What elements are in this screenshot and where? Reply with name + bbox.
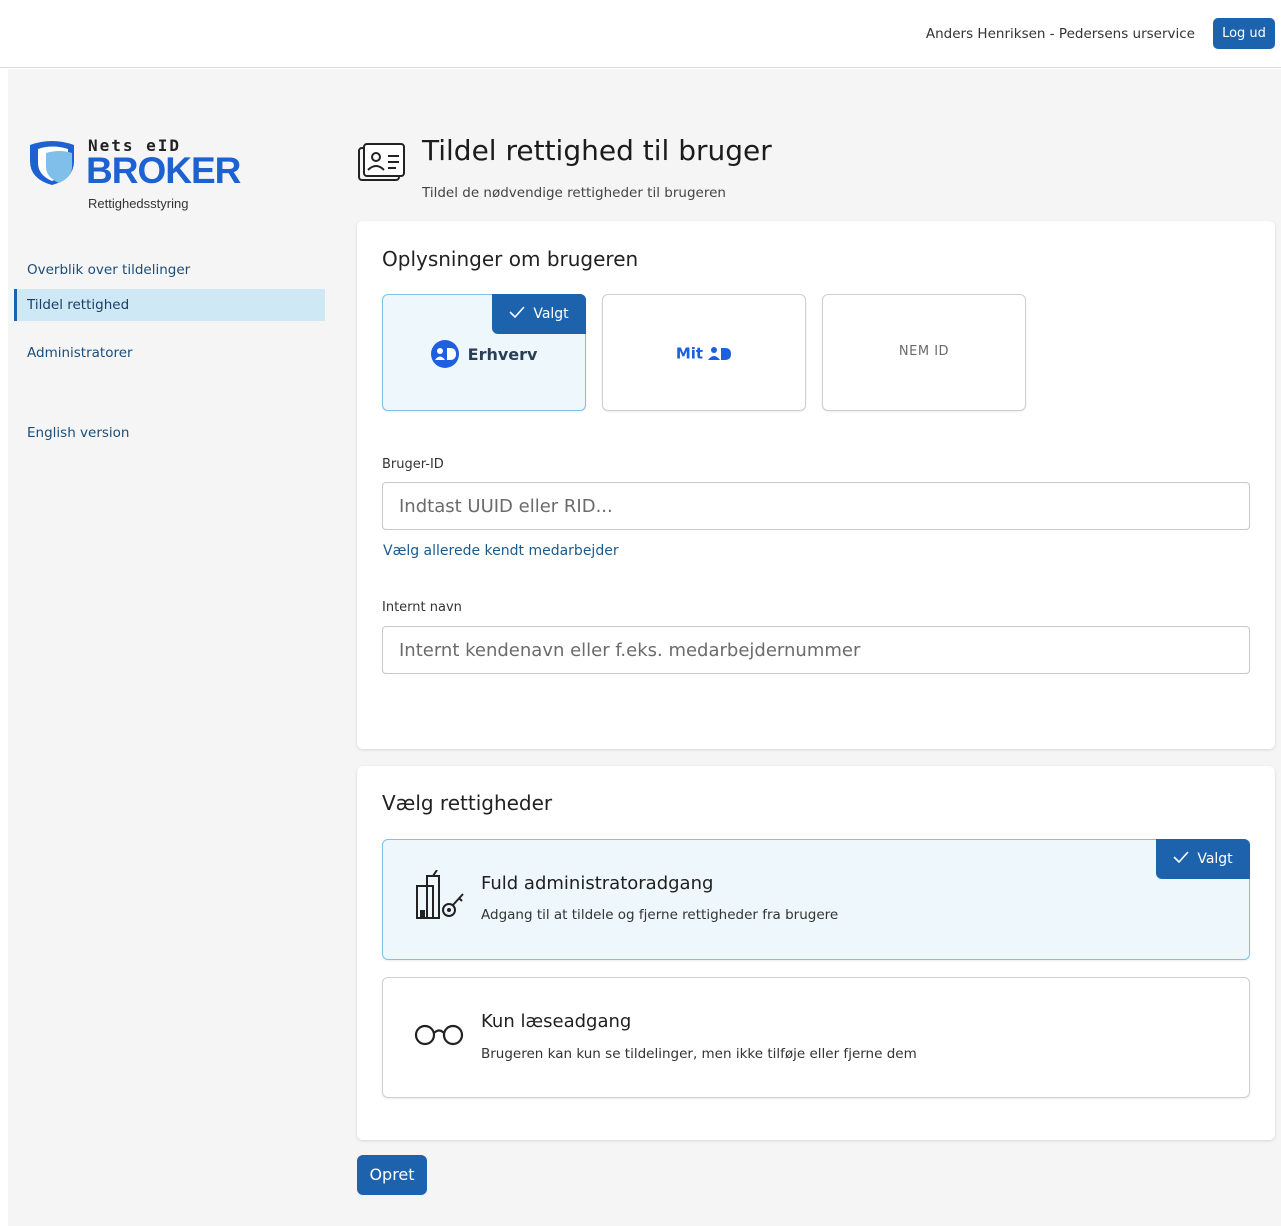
id-card-icon [358,143,405,181]
current-user: Anders Henriksen - Pedersens urservice [925,26,1195,42]
shield-logo-icon [30,141,74,185]
permission-read-only[interactable]: Kun læseadgang Brugeren kan kun se tilde… [382,977,1250,1098]
sidebar-item-english-version[interactable]: English version [14,417,325,449]
mitid-erhverv-icon [430,340,459,368]
mitid-erhverv-logo: Erhverv [383,340,585,368]
permission-full-admin-title: Fuld administratoradgang [481,873,714,894]
mitid-logo: Mit [603,343,805,363]
glasses-icon [414,1024,464,1046]
sidebar-item-overview[interactable]: Overblik over tildelinger [14,254,325,286]
page-subtitle: Tildel de nødvendige rettigheder til bru… [422,185,726,201]
check-icon [1173,839,1189,879]
user-id-input[interactable] [382,482,1250,530]
logout-button[interactable]: Log ud [1213,18,1275,49]
mitid-label: Mit [675,344,704,363]
permissions-card: Vælg rettigheder Valgt Fuld administrato… [357,766,1275,1140]
user-info-card: Oplysninger om brugeren Valgt Erhverv Mi… [357,221,1275,749]
user-id-label: Bruger-ID [382,457,444,472]
check-icon [509,294,525,334]
user-info-title: Oplysninger om brugeren [382,247,639,271]
selected-badge-label: Valgt [1197,851,1233,867]
selected-badge: Valgt [1156,839,1250,879]
sidebar-item-administrators[interactable]: Administratorer [14,337,325,369]
nets-eid-broker-logo: Nets eID BROKER Rettighedsstyring [26,136,256,216]
top-bar: Anders Henriksen - Pedersens urservice L… [0,0,1281,68]
known-employee-link[interactable]: Vælg allerede kendt medarbejder [383,543,619,559]
page-title: Tildel rettighed til bruger [422,134,772,167]
mitid-erhverv-label: Erhverv [467,344,538,364]
internal-name-label: Internt navn [382,600,462,615]
permissions-title: Vælg rettigheder [382,791,553,815]
logo-broker-text: BROKER [86,150,241,191]
logo-subtitle: Rettighedsstyring [88,196,189,211]
permission-read-only-description: Brugeren kan kun se tildelinger, men ikk… [481,1046,917,1062]
selected-badge: Valgt [492,294,586,334]
internal-name-input[interactable] [382,626,1250,674]
selected-badge-label: Valgt [533,306,569,322]
sidebar-item-assign-right[interactable]: Tildel rettighed [14,289,325,321]
id-option-mitid[interactable]: Mit [602,294,806,411]
permission-full-admin[interactable]: Valgt Fuld administratoradgang Adgang ti… [382,839,1250,960]
permission-full-admin-description: Adgang til at tildele og fjerne rettighe… [481,907,839,923]
nemid-logo: NEM ID [898,344,950,359]
id-option-nemid[interactable]: NEM ID [822,294,1026,411]
create-button[interactable]: Opret [357,1155,427,1195]
id-option-mitid-erhverv[interactable]: Valgt Erhverv [382,294,586,411]
mitid-icon [708,346,732,360]
admin-building-key-icon [416,870,464,919]
permission-read-only-title: Kun læseadgang [481,1011,632,1032]
